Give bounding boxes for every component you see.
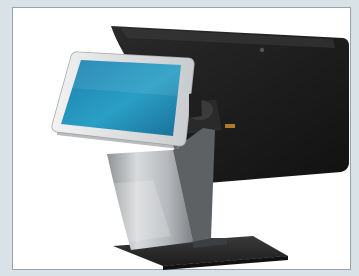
image-panel [12, 7, 351, 270]
page-frame [0, 0, 359, 276]
pos-terminal-image [51, 26, 349, 270]
